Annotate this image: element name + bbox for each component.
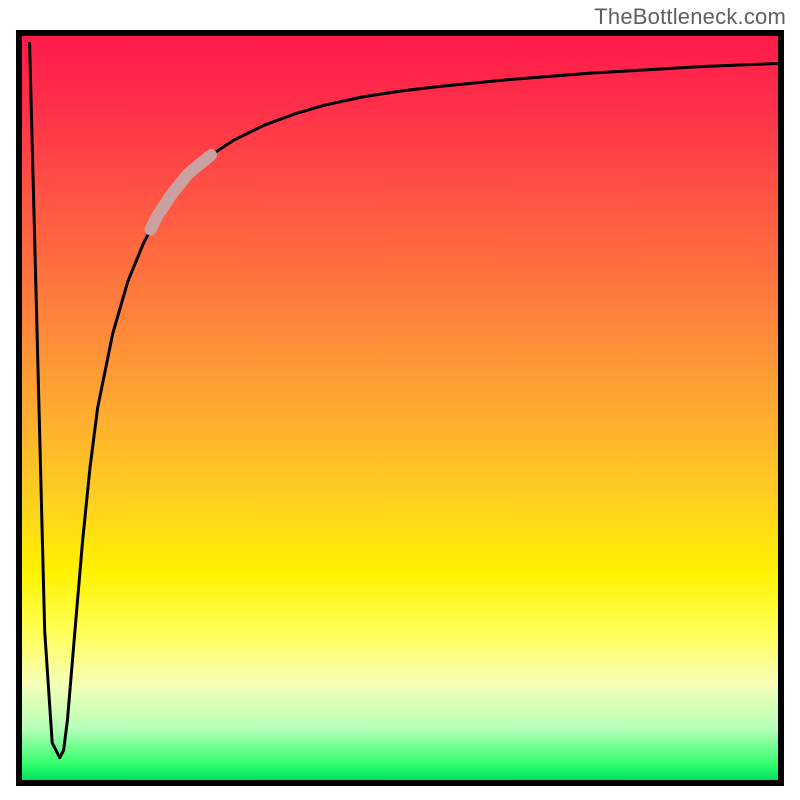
highlight-segment (151, 155, 212, 229)
plot-frame (16, 30, 784, 786)
chart-container: { "attribution": "TheBottleneck.com", "c… (0, 0, 800, 800)
curve-layer (22, 36, 778, 780)
curve-path (30, 43, 778, 757)
attribution-text: TheBottleneck.com (594, 4, 786, 30)
